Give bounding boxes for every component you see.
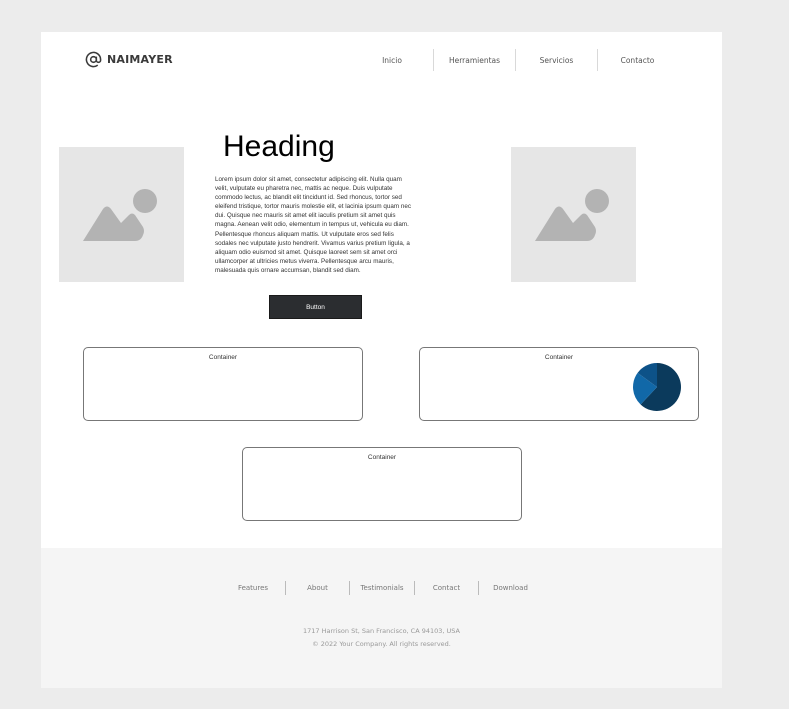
- nav-item-servicios[interactable]: Servicios: [515, 49, 597, 71]
- footer-nav: Features About Testimonials Contact Down…: [221, 581, 542, 595]
- footer: Features About Testimonials Contact Down…: [41, 548, 722, 688]
- hero-body-text: Lorem ipsum dolor sit amet, consectetur …: [215, 176, 411, 274]
- image-placeholder-icon: [535, 189, 609, 241]
- brand-logo[interactable]: NAIMAYER: [85, 51, 173, 68]
- footer-link-contact[interactable]: Contact: [414, 581, 478, 595]
- container-box-2: Container: [419, 347, 699, 421]
- main-section: NAIMAYER Inicio Herramientas Servicios C…: [41, 32, 722, 548]
- image-placeholder-right: [511, 147, 636, 282]
- nav-item-contacto[interactable]: Contacto: [597, 49, 677, 71]
- footer-copyright: © 2022 Your Company. All rights reserved…: [312, 640, 451, 648]
- page: NAIMAYER Inicio Herramientas Servicios C…: [41, 32, 722, 688]
- container-label: Container: [544, 354, 574, 361]
- image-placeholder-left: [59, 147, 184, 282]
- hero-heading: Heading: [223, 130, 335, 163]
- footer-link-testimonials[interactable]: Testimonials: [349, 581, 414, 595]
- container-label: Container: [208, 354, 238, 361]
- container-box-3: Container: [242, 447, 522, 521]
- nav-item-herramientas[interactable]: Herramientas: [433, 49, 515, 71]
- container-box-1: Container: [83, 347, 363, 421]
- brand-name: NAIMAYER: [107, 53, 173, 66]
- hero-button[interactable]: Button: [269, 295, 362, 319]
- top-nav: Inicio Herramientas Servicios Contacto: [351, 49, 677, 71]
- image-placeholder-icon: [83, 189, 157, 241]
- footer-link-features[interactable]: Features: [221, 581, 285, 595]
- footer-link-download[interactable]: Download: [478, 581, 542, 595]
- footer-address: 1717 Harrison St, San Francisco, CA 9410…: [303, 627, 460, 635]
- nav-item-inicio[interactable]: Inicio: [351, 49, 433, 71]
- pie-chart: [633, 363, 681, 411]
- footer-link-about[interactable]: About: [285, 581, 349, 595]
- container-label: Container: [367, 454, 397, 461]
- at-sign-icon: [85, 51, 102, 68]
